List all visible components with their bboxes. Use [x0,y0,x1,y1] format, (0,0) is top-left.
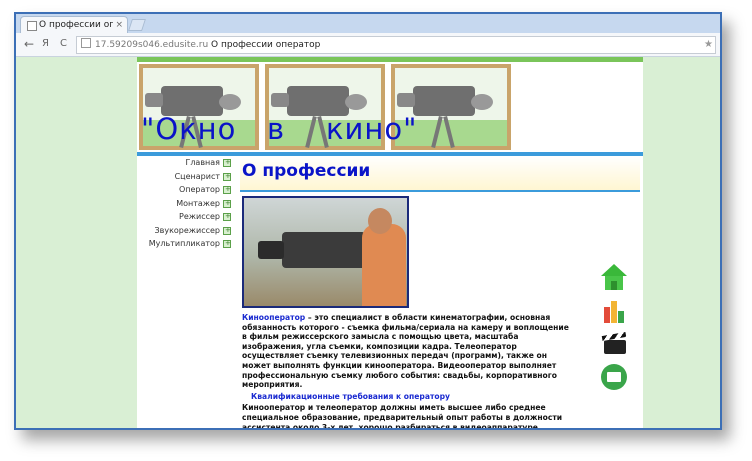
home-icon[interactable] [600,264,628,292]
page-heading-bar: О профессии [240,156,640,192]
plus-icon [223,224,231,237]
page-favicon-icon [27,21,37,31]
sidebar-item-label: Главная [185,158,220,167]
sidebar-item-label: Оператор [178,185,220,194]
paragraph-2: Кинооператор и телеоператор должны иметь… [242,403,563,428]
sidebar-item-home[interactable]: Главная [137,156,234,170]
sidebar-item-label: Звукорежиссер [154,225,220,235]
plus-icon [223,197,231,210]
tab-close-icon[interactable]: × [115,17,123,34]
sidebar-item-editor[interactable]: Монтажер [137,197,234,210]
subheading: Квалификационные требования к оператору [251,391,450,401]
page-info-icon[interactable] [81,38,91,48]
sidebar-item-director[interactable]: Режиссер [137,210,234,224]
browser-tab[interactable]: О профессии операт × [20,16,128,34]
sidebar-item-screenwriter[interactable]: Сценарист [137,170,234,183]
plus-icon [223,237,231,251]
url-domain: 17.59209s046.edusite.ru [95,40,209,50]
sidebar-nav: Главная Сценарист Оператор Монтажер Режи… [137,156,234,251]
sidebar-item-label: Режиссер [179,212,220,221]
chart-icon[interactable] [600,297,628,325]
site-page: "Окно в кино" Главная Сценарист Оператор… [137,57,643,428]
sidebar-item-label: Монтажер [176,198,220,208]
plus-icon [223,170,231,183]
paragraph-1: – это специалист в области кинематографи… [242,313,569,390]
tab-title: О профессии операт [39,20,113,30]
sidebar-item-sound-director[interactable]: Звукорежиссер [137,224,234,237]
tab-strip: О профессии операт × [16,14,720,34]
plus-icon [223,183,231,197]
cameraman-photo [242,196,409,308]
page-title: О профессии [242,161,371,181]
main-content: О профессии Кинооператор – это специалис… [240,156,640,428]
reload-button[interactable]: C [60,37,67,51]
new-tab-button[interactable] [128,19,146,31]
clapperboard-icon[interactable] [600,330,628,358]
sidebar-item-operator[interactable]: Оператор [137,183,234,197]
side-icons [600,264,630,396]
site-title: "Окно в кино" [141,112,418,146]
browser-toolbar: ← Я C 17.59209s046.edusite.ru О професси… [16,33,720,57]
yandex-button[interactable]: Я [42,37,49,51]
sidebar-item-label: Мультипликатор [148,239,220,248]
mail-icon[interactable] [600,363,628,391]
plus-icon [223,210,231,224]
bookmark-star-icon[interactable]: ★ [704,37,713,53]
article-text: Кинооператор – это специалист в области … [242,313,572,428]
back-button[interactable]: ← [24,37,34,51]
term-cinematographer: Кинооператор [242,313,306,322]
page-viewport: "Окно в кино" Главная Сценарист Оператор… [16,57,720,428]
sidebar-item-label: Сценарист [174,171,220,181]
screenshot-frame: О профессии операт × ← Я C 17.59209s046.… [14,12,722,430]
address-bar[interactable]: 17.59209s046.edusite.ru О профессии опер… [76,36,716,54]
url-page-title: О профессии оператор [211,40,321,50]
site-header: "Окно в кино" [137,62,643,152]
plus-icon [223,156,231,170]
sidebar-item-animator[interactable]: Мультипликатор [137,237,234,251]
